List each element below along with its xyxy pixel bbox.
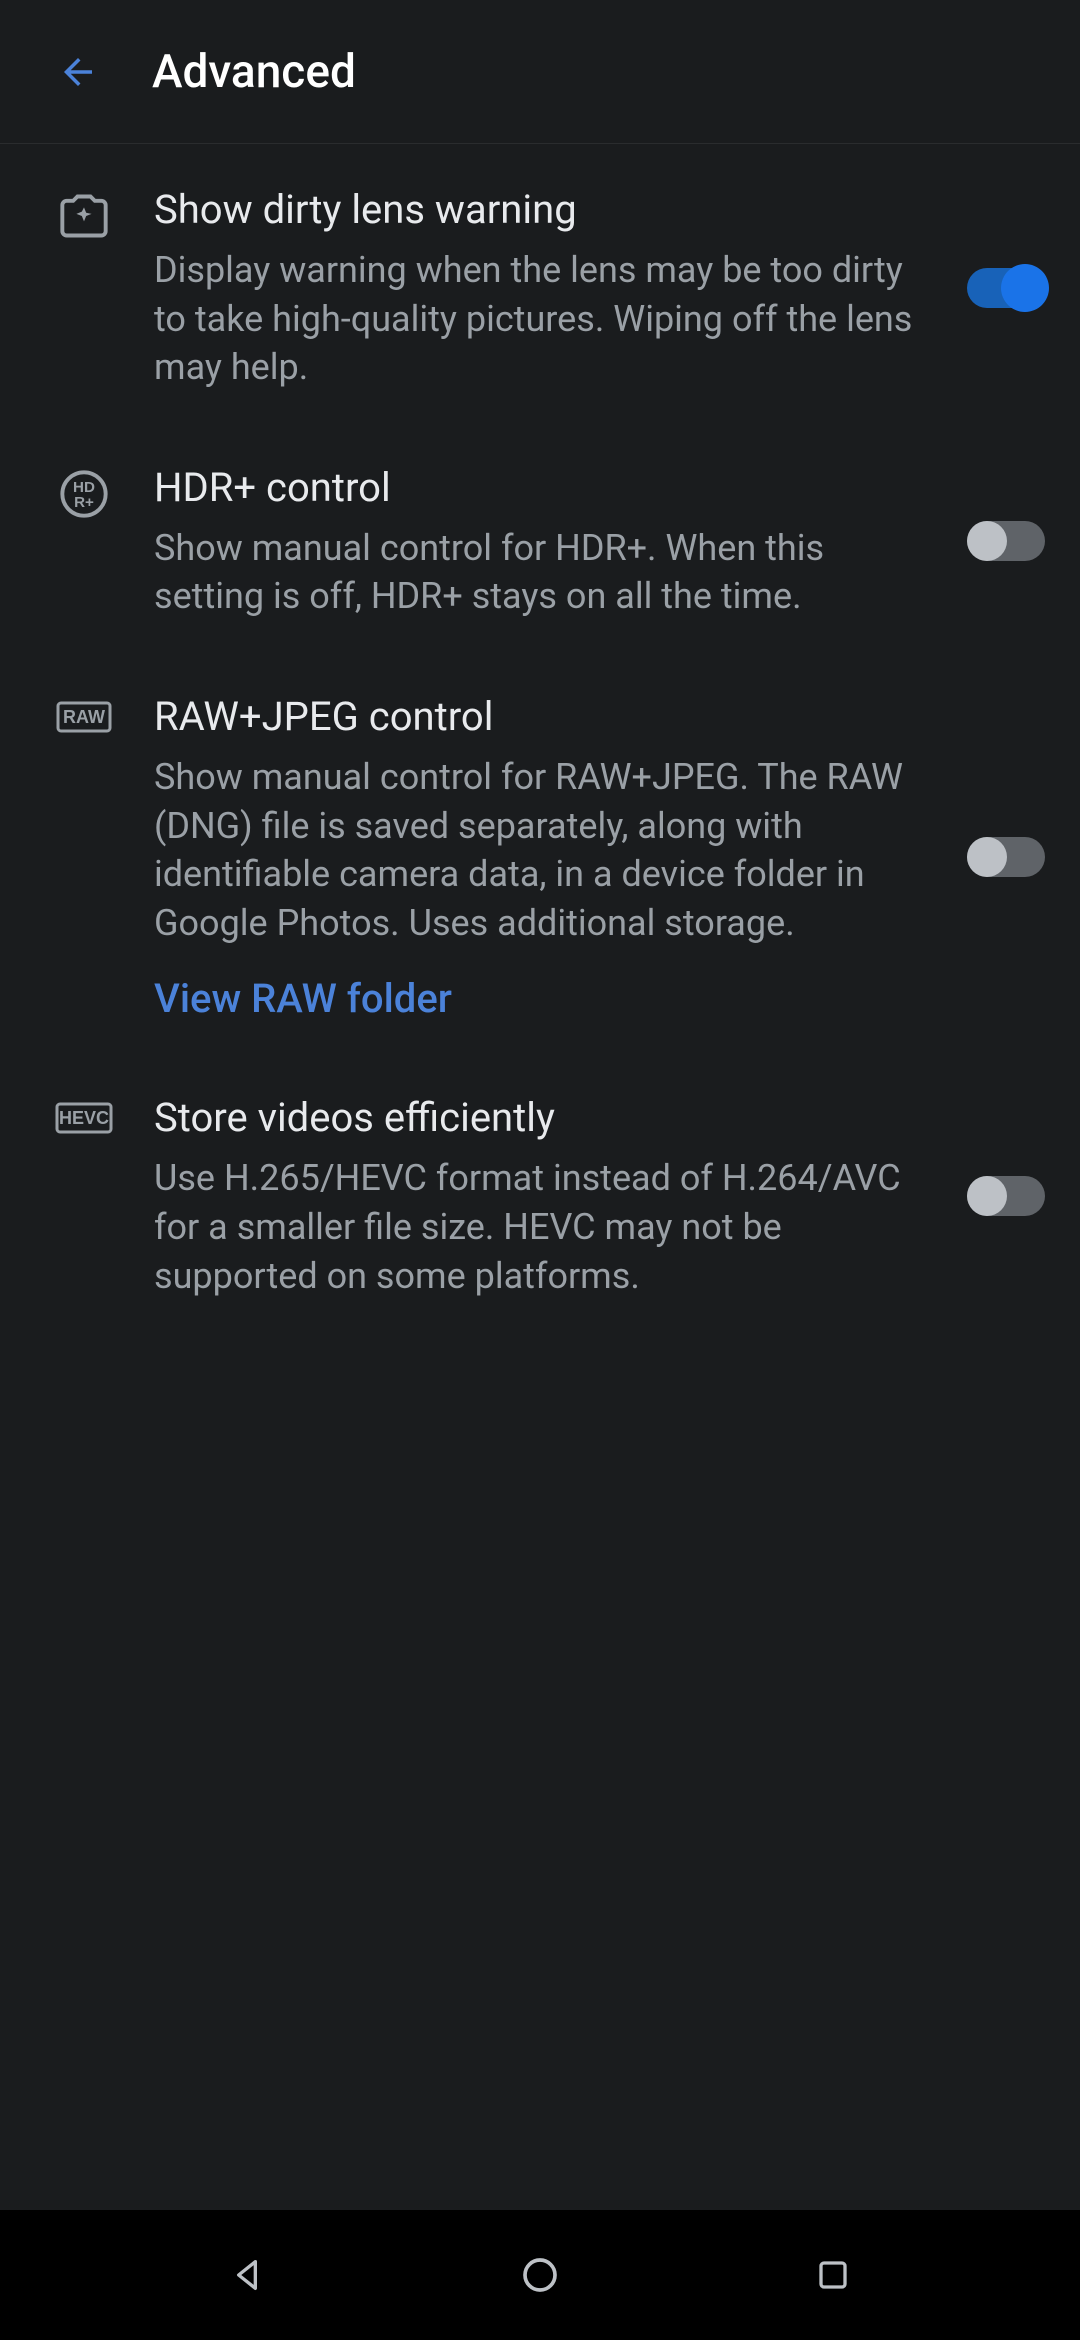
- raw-icon: RAW: [44, 691, 124, 737]
- nav-recent-button[interactable]: [803, 2245, 863, 2305]
- dirty-lens-icon: [44, 184, 124, 242]
- setting-title: Store videos efficiently: [154, 1092, 936, 1144]
- system-nav-bar: [0, 2210, 1080, 2340]
- app-header: Advanced: [0, 0, 1080, 144]
- toggle-dirty-lens[interactable]: [967, 268, 1045, 308]
- triangle-back-icon: [227, 2255, 267, 2295]
- back-button[interactable]: [54, 48, 102, 96]
- view-raw-folder-link[interactable]: View RAW folder: [154, 975, 452, 1022]
- circle-home-icon: [520, 2255, 560, 2295]
- setting-description: Show manual control for HDR+. When this …: [154, 524, 936, 621]
- svg-text:RAW: RAW: [63, 707, 105, 727]
- hdr-plus-icon: HD R+: [44, 462, 124, 520]
- nav-home-button[interactable]: [510, 2245, 570, 2305]
- setting-raw-jpeg[interactable]: RAW RAW+JPEG control Show manual control…: [24, 651, 1056, 1052]
- toggle-hevc[interactable]: [967, 1176, 1045, 1216]
- hevc-icon: HEVC: [44, 1092, 124, 1138]
- setting-title: RAW+JPEG control: [154, 691, 936, 743]
- setting-description: Display warning when the lens may be too…: [154, 246, 936, 392]
- settings-list: Show dirty lens warning Display warning …: [0, 144, 1080, 1330]
- arrow-left-icon: [57, 51, 99, 93]
- setting-hdr-plus[interactable]: HD R+ HDR+ control Show manual control f…: [24, 422, 1056, 651]
- setting-title: HDR+ control: [154, 462, 936, 514]
- square-recent-icon: [815, 2257, 851, 2293]
- svg-text:HEVC: HEVC: [59, 1108, 109, 1128]
- setting-description: Show manual control for RAW+JPEG. The RA…: [154, 753, 936, 947]
- setting-hevc[interactable]: HEVC Store videos efficiently Use H.265/…: [24, 1052, 1056, 1330]
- svg-text:R+: R+: [74, 494, 94, 511]
- setting-description: Use H.265/HEVC format instead of H.264/A…: [154, 1154, 936, 1300]
- toggle-raw-jpeg[interactable]: [967, 837, 1045, 877]
- nav-back-button[interactable]: [217, 2245, 277, 2305]
- setting-title: Show dirty lens warning: [154, 184, 936, 236]
- toggle-hdr-plus[interactable]: [967, 521, 1045, 561]
- page-title: Advanced: [152, 45, 356, 99]
- setting-dirty-lens[interactable]: Show dirty lens warning Display warning …: [24, 144, 1056, 422]
